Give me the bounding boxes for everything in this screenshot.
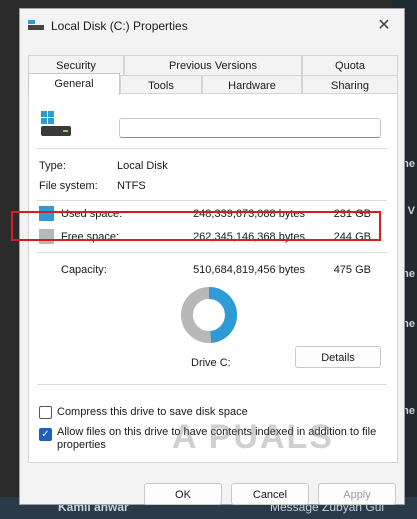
general-panel: Type: Local Disk File system: NTFS Used …	[28, 93, 398, 463]
free-space-highlight	[11, 211, 381, 241]
compress-label: Compress this drive to save disk space	[57, 406, 248, 418]
type-label: Type:	[39, 160, 66, 172]
watermark-logo: A PUALS	[172, 418, 334, 456]
ok-button[interactable]: OK	[144, 483, 222, 505]
divider	[37, 252, 387, 253]
capacity-label: Capacity:	[61, 264, 107, 276]
capacity-bytes: 510,684,819,456 bytes	[193, 264, 305, 276]
drive-name-input[interactable]	[119, 118, 381, 138]
apply-button[interactable]: Apply	[318, 483, 396, 505]
drive-label: Drive C:	[191, 357, 231, 369]
tab-strip: Security Previous Versions Quota General…	[28, 55, 398, 95]
cancel-button[interactable]: Cancel	[231, 483, 309, 505]
file-system-label: File system:	[39, 180, 98, 192]
title-bar[interactable]: Local Disk (C:) Properties ✕	[20, 9, 404, 41]
tab-hardware[interactable]: Hardware	[202, 75, 302, 95]
tab-sharing[interactable]: Sharing	[302, 75, 398, 95]
details-button[interactable]: Details	[295, 346, 381, 368]
compress-checkbox[interactable]	[39, 406, 52, 419]
drive-icon	[28, 20, 44, 30]
tab-security[interactable]: Security	[28, 55, 124, 75]
divider	[37, 148, 387, 149]
hard-drive-icon	[41, 111, 71, 136]
close-icon[interactable]: ✕	[374, 16, 394, 36]
capacity-size: 475 GB	[333, 264, 371, 276]
window-title: Local Disk (C:) Properties	[51, 19, 188, 33]
divider	[37, 200, 387, 201]
type-value: Local Disk	[117, 160, 168, 172]
tab-tools[interactable]: Tools	[120, 75, 202, 95]
tab-quota[interactable]: Quota	[302, 55, 398, 75]
disk-usage-donut	[181, 287, 237, 343]
divider	[37, 384, 387, 385]
index-checkbox[interactable]: ✓	[39, 428, 52, 441]
index-label-line2: properties	[57, 439, 106, 451]
tab-previous-versions[interactable]: Previous Versions	[124, 55, 302, 75]
file-system-value: NTFS	[117, 180, 146, 192]
tab-general[interactable]: General	[28, 73, 120, 95]
